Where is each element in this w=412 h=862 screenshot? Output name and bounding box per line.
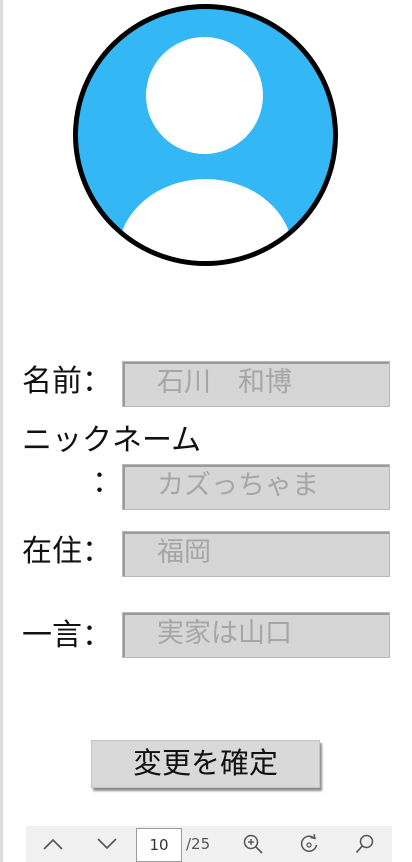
avatar-body (118, 179, 293, 261)
nickname-colon: ： (92, 465, 122, 500)
search-icon[interactable] (346, 826, 384, 862)
nickname-field[interactable]: カズっちゃま (122, 464, 390, 510)
residence-label: 在住： (22, 534, 112, 569)
name-field[interactable]: 石川 和博 (122, 361, 390, 407)
viewer-toolbar: 10 /25 (26, 826, 392, 862)
page-number-input[interactable]: 10 (136, 828, 182, 862)
avatar-head (146, 37, 263, 154)
avatar (73, 4, 338, 266)
comment-label: 一言： (22, 618, 112, 653)
residence-field[interactable]: 福岡 (122, 531, 390, 577)
rotate-icon[interactable] (290, 826, 328, 862)
page-edge (0, 0, 3, 862)
chevron-up-icon[interactable] (34, 826, 72, 862)
chevron-down-icon[interactable] (88, 826, 126, 862)
confirm-button[interactable]: 変更を確定 (91, 740, 320, 788)
nickname-label: ニックネーム (22, 423, 202, 458)
comment-field[interactable]: 実家は山口 (122, 612, 390, 658)
zoom-in-icon[interactable] (234, 826, 272, 862)
name-label: 名前： (22, 364, 112, 399)
page-total: /25 (186, 835, 211, 853)
